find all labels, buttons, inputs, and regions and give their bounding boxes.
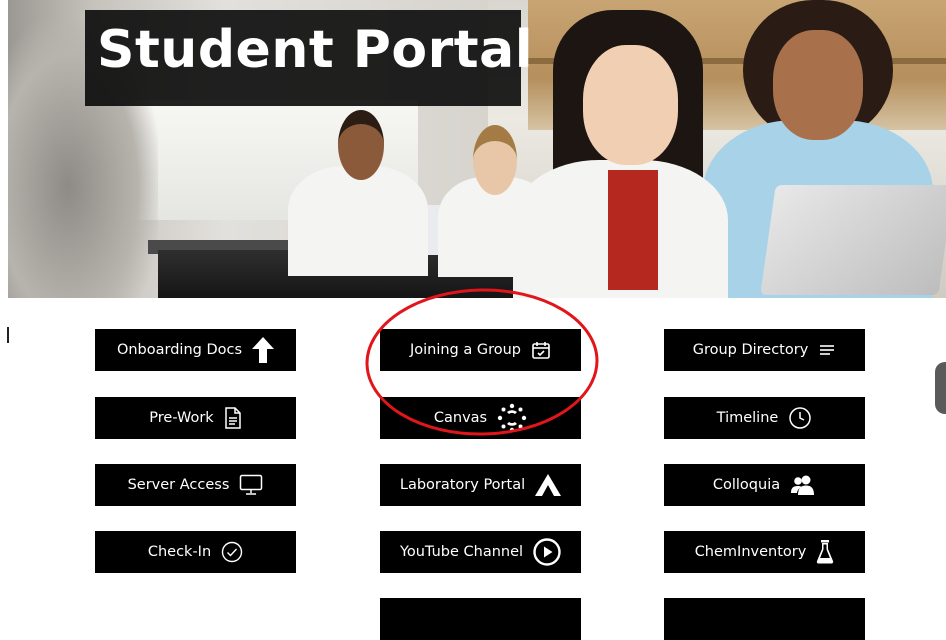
joining-a-group-button[interactable]: Joining a Group [380, 329, 581, 371]
joining-a-group-label: Joining a Group [409, 342, 522, 358]
check-circle-icon [221, 541, 243, 563]
group-directory-button[interactable]: Group Directory [664, 329, 865, 371]
page-title: Student Portal [97, 20, 534, 80]
laboratory-portal-label: Laboratory Portal [399, 477, 526, 493]
server-access-button[interactable]: Server Access [95, 464, 296, 506]
flask-icon [816, 540, 834, 564]
arrow-up-icon [252, 337, 275, 363]
list-lines-icon [818, 343, 836, 357]
calendar-check-icon [531, 340, 551, 360]
youtube-channel-label: YouTube Channel [399, 544, 524, 560]
users-icon [790, 475, 816, 495]
cheminventory-label: ChemInventory [694, 544, 807, 560]
youtube-channel-button[interactable]: YouTube Channel [380, 531, 581, 573]
pre-work-button[interactable]: Pre-Work [95, 397, 296, 439]
server-access-label: Server Access [127, 477, 230, 493]
canvas-logo-icon [497, 403, 527, 433]
page-title-banner: Student Portal [85, 10, 533, 106]
side-panel-tab[interactable] [935, 362, 946, 414]
laboratory-portal-button[interactable]: Laboratory Portal [380, 464, 581, 506]
check-in-label: Check-In [147, 544, 212, 560]
partial-row-button-right[interactable] [664, 598, 865, 640]
caret-up-logo-icon [535, 474, 562, 496]
group-directory-label: Group Directory [692, 342, 809, 358]
play-circle-icon [533, 538, 561, 566]
text-cursor [7, 327, 9, 343]
onboarding-docs-button[interactable]: Onboarding Docs [95, 329, 296, 371]
clock-icon [788, 406, 812, 430]
pre-work-label: Pre-Work [149, 410, 214, 426]
timeline-label: Timeline [716, 410, 779, 426]
colloquia-button[interactable]: Colloquia [664, 464, 865, 506]
timeline-button[interactable]: Timeline [664, 397, 865, 439]
onboarding-docs-label: Onboarding Docs [116, 342, 243, 358]
document-icon [224, 407, 242, 429]
colloquia-label: Colloquia [712, 477, 781, 493]
canvas-button[interactable]: Canvas [380, 397, 581, 439]
monitor-icon [239, 474, 263, 496]
cheminventory-button[interactable]: ChemInventory [664, 531, 865, 573]
canvas-label: Canvas [433, 410, 488, 426]
check-in-button[interactable]: Check-In [95, 531, 296, 573]
partial-row-button-middle[interactable] [380, 598, 581, 640]
